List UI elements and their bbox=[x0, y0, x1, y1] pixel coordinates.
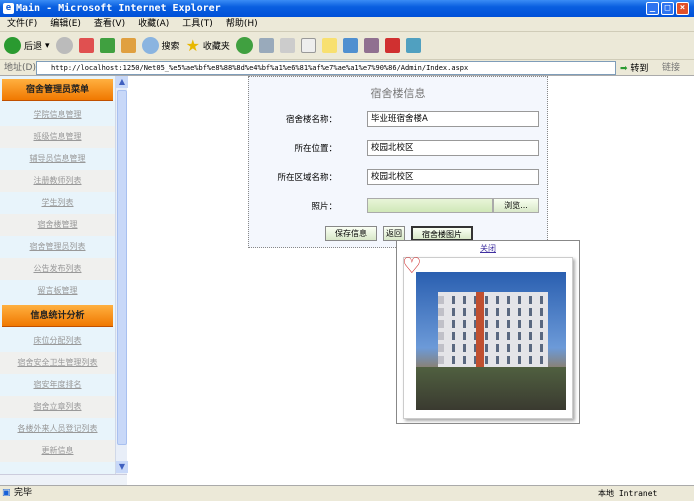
go-arrow-icon: ➡ bbox=[620, 64, 628, 74]
menu-favorites[interactable]: 收藏(A) bbox=[138, 19, 169, 29]
favorites-button[interactable]: ★ 收藏夹 bbox=[186, 36, 230, 55]
menu-bar: 文件(F) 编辑(E) 查看(V) 收藏(A) 工具(T) 帮助(H) bbox=[0, 17, 694, 32]
sidebar-item[interactable]: 宿舍立章列表 bbox=[0, 396, 115, 418]
sidebar-scrollbar[interactable]: ▲ ▼ bbox=[115, 76, 128, 474]
search-button[interactable]: 搜索 bbox=[141, 37, 180, 54]
menu-view[interactable]: 查看(V) bbox=[94, 19, 125, 29]
menu-help[interactable]: 帮助(H) bbox=[226, 19, 258, 29]
page-icon: ▣ bbox=[2, 488, 11, 498]
sidebar-item[interactable]: 宿舍管理员列表 bbox=[0, 236, 115, 258]
sidebar-item[interactable]: 宿舍楼管理 bbox=[0, 214, 115, 236]
building-image-button[interactable]: 宿舍楼图片 bbox=[411, 226, 473, 241]
msn-icon[interactable] bbox=[405, 38, 421, 53]
sidebar-item[interactable]: 学生列表 bbox=[0, 192, 115, 214]
back-arrow-icon bbox=[4, 37, 21, 54]
menu-edit[interactable]: 编辑(E) bbox=[50, 19, 81, 29]
messenger-icon[interactable] bbox=[342, 38, 358, 53]
edit-icon[interactable] bbox=[300, 38, 316, 53]
search-icon bbox=[141, 37, 159, 54]
forward-icon[interactable] bbox=[55, 37, 73, 54]
dorm-building-form: 宿舍楼信息 宿舍楼名称： 毕业班宿舍楼A 所在位置： 校园北校区 所在区域名称： 校园… bbox=[248, 76, 548, 248]
heart-icon: ♡ bbox=[402, 254, 422, 279]
sidebar-item[interactable]: 学院信息管理 bbox=[0, 104, 115, 126]
sidebar-item[interactable]: 床位分配列表 bbox=[0, 330, 115, 352]
menu-tools[interactable]: 工具(T) bbox=[182, 19, 213, 29]
print-icon[interactable] bbox=[279, 38, 295, 53]
horizontal-scrollbar[interactable] bbox=[0, 474, 127, 485]
sidebar-item[interactable]: 留言板管理 bbox=[0, 280, 115, 302]
status-text: 完毕 bbox=[14, 488, 33, 498]
image-popup: 关闭 ♡ bbox=[396, 240, 580, 424]
photo-file-input[interactable] bbox=[367, 198, 493, 213]
save-button[interactable]: 保存信息 bbox=[325, 226, 377, 241]
mail-icon[interactable] bbox=[258, 38, 274, 53]
form-title: 宿舍楼信息 bbox=[370, 87, 426, 100]
history-icon[interactable] bbox=[235, 37, 253, 54]
building-name-input[interactable]: 毕业班宿舍楼A bbox=[367, 111, 539, 127]
go-button[interactable]: ➡ 转到 bbox=[620, 61, 648, 77]
sidebar-item[interactable]: 公告发布列表 bbox=[0, 258, 115, 280]
sidebar-item[interactable]: 宿舍安全卫生管理列表 bbox=[0, 352, 115, 374]
sidebar-item[interactable]: 注册教师列表 bbox=[0, 170, 115, 192]
browse-button[interactable]: 浏览... bbox=[493, 198, 539, 213]
scroll-down-icon[interactable]: ▼ bbox=[116, 461, 128, 473]
refresh-icon[interactable] bbox=[99, 38, 115, 53]
flash-icon[interactable] bbox=[384, 38, 400, 53]
star-icon: ★ bbox=[185, 36, 200, 55]
status-bar: ▣ 完毕 本地 Intranet bbox=[0, 485, 694, 500]
location-input[interactable]: 校园北校区 bbox=[367, 140, 539, 156]
trees-shape bbox=[416, 367, 566, 410]
menu-file[interactable]: 文件(F) bbox=[7, 19, 37, 29]
note-icon[interactable] bbox=[321, 38, 337, 53]
window-title: Main - Microsoft Internet Explorer bbox=[16, 3, 221, 14]
field-row: 所在区域名称： 校园北校区 bbox=[249, 169, 549, 187]
section-header[interactable]: 信息统计分析 bbox=[2, 305, 113, 327]
photo-frame: ♡ bbox=[402, 254, 573, 419]
minimize-button[interactable]: _ bbox=[646, 2, 659, 15]
security-zone: 本地 Intranet bbox=[598, 489, 658, 498]
address-label: 地址(D) bbox=[4, 63, 36, 73]
links-button[interactable]: 链接 bbox=[662, 60, 680, 76]
research-icon[interactable] bbox=[363, 38, 379, 53]
back-link-button[interactable]: 返回 bbox=[383, 226, 405, 241]
ie-icon: e bbox=[3, 3, 14, 14]
back-button[interactable]: 后退 ▾ bbox=[4, 37, 50, 54]
area-name-input[interactable]: 校园北校区 bbox=[367, 169, 539, 185]
section-header[interactable]: 宿舍管理员菜单 bbox=[2, 79, 113, 101]
url-input[interactable]: http://localhost:1250/Net05_%e5%ae%bf%e8… bbox=[36, 61, 616, 75]
field-row: 照片： 浏览... bbox=[249, 198, 549, 216]
title-bar: e Main - Microsoft Internet Explorer _ □… bbox=[0, 0, 694, 17]
toolbar: 后退 ▾ 搜索 ★ 收藏夹 bbox=[0, 32, 694, 60]
page-content: 宿舍管理员菜单 学院信息管理 班级信息管理 辅导员信息管理 注册教师列表 学生列… bbox=[0, 76, 694, 485]
field-row: 所在位置： 校园北校区 bbox=[249, 140, 549, 158]
sidebar: 宿舍管理员菜单 学院信息管理 班级信息管理 辅导员信息管理 注册教师列表 学生列… bbox=[0, 76, 115, 474]
menu-list: 床位分配列表 宿舍安全卫生管理列表 宿安年度排名 宿舍立章列表 各楼外来人员登记… bbox=[0, 330, 115, 462]
scroll-up-icon[interactable]: ▲ bbox=[116, 76, 128, 88]
sidebar-item[interactable]: 更新信息 bbox=[0, 440, 115, 462]
close-button[interactable]: × bbox=[676, 2, 689, 15]
sidebar-item[interactable]: 各楼外来人员登记列表 bbox=[0, 418, 115, 440]
scroll-thumb[interactable] bbox=[117, 90, 127, 445]
popup-close-link[interactable]: 关闭 bbox=[397, 243, 579, 254]
sidebar-item[interactable]: 宿安年度排名 bbox=[0, 374, 115, 396]
address-bar: 地址(D) http://localhost:1250/Net05_%e5%ae… bbox=[0, 60, 694, 76]
maximize-button[interactable]: □ bbox=[661, 2, 674, 15]
sidebar-item[interactable]: 班级信息管理 bbox=[0, 126, 115, 148]
home-icon[interactable] bbox=[120, 38, 136, 53]
stop-icon[interactable] bbox=[78, 38, 94, 53]
menu-list: 学院信息管理 班级信息管理 辅导员信息管理 注册教师列表 学生列表 宿舍楼管理 … bbox=[0, 104, 115, 302]
building-photo bbox=[416, 272, 566, 410]
sidebar-item[interactable]: 辅导员信息管理 bbox=[0, 148, 115, 170]
field-row: 宿舍楼名称： 毕业班宿舍楼A bbox=[249, 111, 549, 129]
